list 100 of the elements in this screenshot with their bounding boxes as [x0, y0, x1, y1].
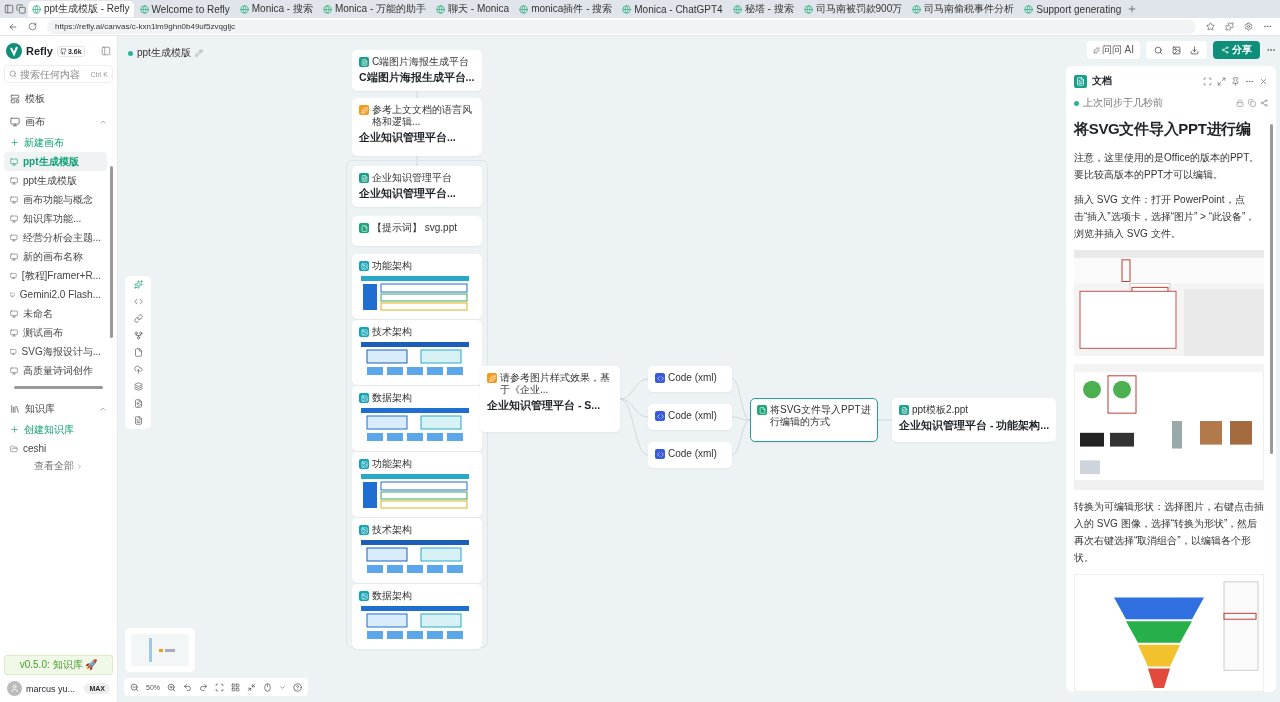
- logo-icon: [6, 43, 22, 59]
- reload-icon[interactable]: [28, 22, 37, 31]
- canvas-item[interactable]: 画布功能与概念: [4, 190, 107, 209]
- resource-node[interactable]: 将SVG文件导入PPT进行编辑的方式: [750, 398, 878, 442]
- fullscreen-icon[interactable]: [1203, 76, 1212, 86]
- scrollbar-thumb[interactable]: [110, 166, 113, 338]
- back-icon[interactable]: [8, 21, 18, 32]
- search-icon[interactable]: [1154, 45, 1163, 55]
- scrollbar-thumb[interactable]: [1270, 124, 1273, 454]
- image-node[interactable]: 功能架构: [352, 254, 482, 319]
- canvas-item[interactable]: 测试画布: [4, 323, 107, 342]
- canvas-item[interactable]: 高质量诗词创作: [4, 361, 107, 380]
- scrollbar-thumb[interactable]: [14, 386, 103, 389]
- browser-tab[interactable]: 司马南被罚款900万: [799, 1, 907, 17]
- settings-icon[interactable]: [1244, 22, 1253, 31]
- browser-tab[interactable]: monica插件 - 搜索: [515, 1, 617, 17]
- new-canvas-item[interactable]: 新建画布: [4, 133, 113, 152]
- browser-tab[interactable]: 秘塔 - 搜索: [728, 1, 798, 17]
- browser-tab[interactable]: Monica - 搜索: [235, 1, 317, 17]
- canvas-item[interactable]: 知识库功能...: [4, 209, 107, 228]
- lock-icon[interactable]: [1236, 99, 1244, 107]
- browser-tab[interactable]: Welcome to Refly: [135, 1, 234, 17]
- knowledge-item[interactable]: ceshi: [4, 439, 113, 458]
- browser-tab[interactable]: 聊天 - Monica: [432, 1, 514, 17]
- share-icon[interactable]: [1260, 99, 1268, 107]
- document-node[interactable]: ppt模板2.ppt 企业知识管理平台 - 功能架构...: [892, 398, 1056, 442]
- browser-tab[interactable]: Support generating: [1020, 1, 1126, 17]
- knowledge-section-header[interactable]: 知识库: [4, 398, 113, 420]
- layers-icon[interactable]: [133, 382, 143, 391]
- library-icon: [10, 404, 20, 414]
- canvas-item[interactable]: Gemini2.0 Flash...: [4, 285, 107, 304]
- minimap[interactable]: [125, 628, 195, 672]
- code-node[interactable]: Code (xml): [648, 366, 732, 392]
- document-icon[interactable]: [133, 416, 143, 425]
- upload-icon[interactable]: [133, 365, 143, 374]
- file-icon[interactable]: [133, 348, 143, 357]
- zoom-out-icon[interactable]: [130, 682, 139, 692]
- menu-icon[interactable]: [1263, 22, 1272, 31]
- pin-icon[interactable]: [1231, 76, 1240, 86]
- close-icon[interactable]: [1259, 76, 1268, 86]
- extensions-icon[interactable]: [1225, 22, 1234, 31]
- code-node[interactable]: Code (xml): [648, 442, 732, 468]
- share-button[interactable]: 分享: [1213, 41, 1260, 59]
- canvas-section-header[interactable]: 画布: [4, 111, 113, 133]
- templates-item[interactable]: 模板: [4, 89, 113, 108]
- skill-node[interactable]: 参考上文文档的语言风格和逻辑... 企业知识管理平台...: [352, 98, 482, 156]
- image-node[interactable]: 技术架构: [352, 518, 482, 583]
- browser-tab[interactable]: 司马南偷税事件分析: [908, 1, 1019, 17]
- document-node[interactable]: 企业知识管理平台 企业知识管理平台...: [352, 166, 482, 207]
- image-node[interactable]: 功能架构: [352, 452, 482, 517]
- browser-tab[interactable]: ppt生成模版 - Refly: [28, 1, 134, 17]
- image-file-icon[interactable]: [133, 399, 143, 408]
- site-icon: [622, 4, 632, 14]
- canvas-item[interactable]: 新的画布名称: [4, 247, 107, 266]
- fork-icon[interactable]: [133, 331, 143, 340]
- fit-view-icon[interactable]: [215, 682, 224, 692]
- copy-icon[interactable]: [1248, 99, 1256, 107]
- avatar-icon[interactable]: [7, 681, 22, 696]
- canvas-item[interactable]: 经营分析会主题...: [4, 228, 107, 247]
- view-all-link[interactable]: 查看全部: [4, 458, 113, 474]
- new-tab-icon[interactable]: [1127, 4, 1138, 14]
- image-icon[interactable]: [1172, 45, 1181, 55]
- dropdown-icon[interactable]: [279, 683, 286, 691]
- canvas-item[interactable]: ppt生成模版: [4, 171, 107, 190]
- browser-tab[interactable]: Monica - ChatGPT4: [618, 1, 727, 17]
- favorite-icon[interactable]: [1206, 22, 1215, 31]
- image-node[interactable]: 数据架构: [352, 584, 482, 649]
- zoom-in-icon[interactable]: [167, 682, 176, 692]
- undo-icon[interactable]: [183, 682, 192, 692]
- layout-icon[interactable]: [231, 682, 240, 692]
- collapse-sidebar-icon[interactable]: [101, 46, 111, 56]
- resource-node[interactable]: 【提示词】 svg.ppt: [352, 216, 482, 246]
- browser-tab[interactable]: Monica - 万能的助手: [318, 1, 430, 17]
- tab-actions-icon[interactable]: [4, 4, 14, 14]
- skill-icon: [359, 105, 369, 115]
- canvas-item[interactable]: [教程]Framer+R...: [4, 266, 107, 285]
- help-icon[interactable]: [293, 682, 302, 692]
- canvas-item[interactable]: SVG海报设计与...: [4, 342, 107, 361]
- code-icon[interactable]: [133, 297, 143, 306]
- plus-icon: [10, 138, 19, 147]
- image-node[interactable]: 技术架构: [352, 320, 482, 385]
- tab-groups-icon[interactable]: [16, 4, 26, 14]
- canvas-item[interactable]: 未命名: [4, 304, 107, 323]
- mouse-icon[interactable]: [263, 682, 272, 692]
- document-icon: [359, 57, 369, 67]
- document-node[interactable]: C端图片海报生成平台 C端图片海报生成平台...: [352, 50, 482, 91]
- code-node[interactable]: Code (xml): [648, 404, 732, 430]
- expand-icon[interactable]: [1217, 76, 1226, 86]
- skill-node[interactable]: 请参考图片样式效果，基于《企业... 企业知识管理平台 - S...: [480, 366, 620, 432]
- node-title: 企业知识管理平台 - S...: [487, 399, 602, 413]
- ask-ai-button[interactable]: 问问 AI: [1086, 41, 1140, 59]
- collapse-icon[interactable]: [247, 682, 256, 692]
- download-icon[interactable]: [1190, 45, 1199, 55]
- image-node[interactable]: 数据架构: [352, 386, 482, 451]
- create-knowledge-item[interactable]: 创建知识库: [4, 420, 113, 439]
- address-field[interactable]: https://refly.ai/canvas/c-kxn1lm9ghn0b49uf5zvqgljc: [47, 19, 1196, 34]
- edit-icon[interactable]: [194, 49, 203, 57]
- redo-icon[interactable]: [199, 682, 208, 692]
- sparkle-icon[interactable]: [133, 280, 143, 289]
- link-icon[interactable]: [133, 314, 143, 323]
